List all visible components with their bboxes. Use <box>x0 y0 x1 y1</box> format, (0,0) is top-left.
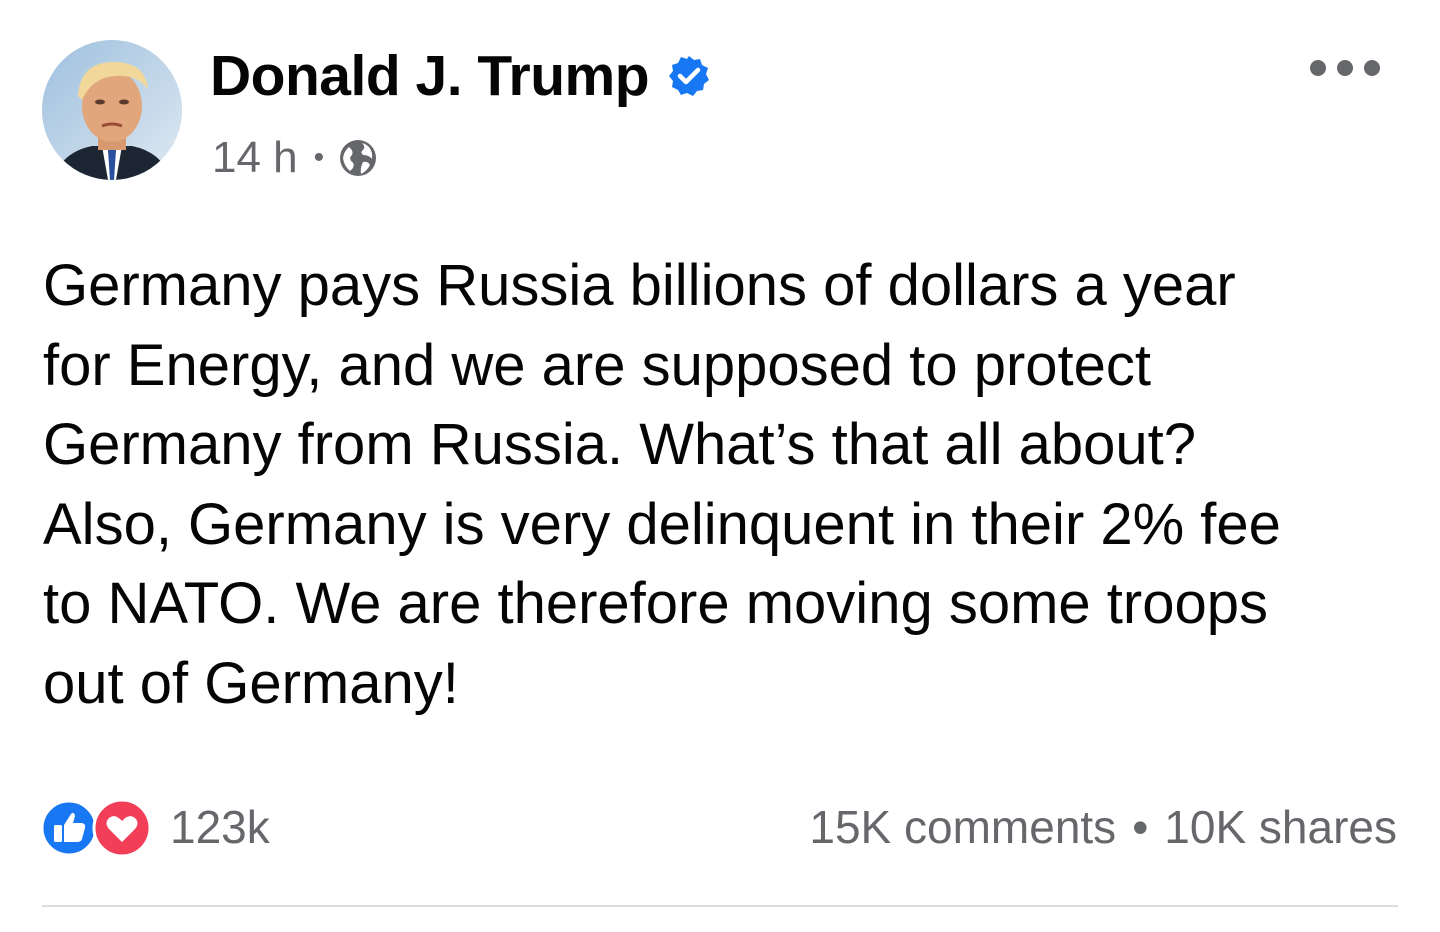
post-timestamp[interactable]: 14 h <box>212 133 298 183</box>
author-name[interactable]: Donald J. Trump <box>210 43 650 109</box>
engagement-summary: 15K comments • 10K shares <box>809 796 1397 858</box>
reaction-icons <box>40 796 156 858</box>
meta-separator: • <box>313 141 325 174</box>
like-icon <box>40 799 98 857</box>
verified-badge-icon <box>667 54 711 98</box>
post-meta: 14 h • <box>212 128 378 188</box>
author-avatar[interactable] <box>42 40 182 180</box>
divider <box>42 905 1398 907</box>
more-dot <box>1364 60 1380 76</box>
avatar-portrait-image <box>42 40 182 180</box>
comments-count-link[interactable]: 15K comments <box>809 800 1116 854</box>
post-body-text: Germany pays Russia billions of dollars … <box>43 253 1281 716</box>
more-dot <box>1337 60 1353 76</box>
globe-icon[interactable] <box>338 138 378 178</box>
reactions-summary[interactable]: 123k <box>40 796 270 858</box>
engagement-separator: • <box>1132 801 1149 853</box>
reaction-count: 123k <box>170 801 270 853</box>
more-dot <box>1310 60 1326 76</box>
love-icon <box>92 798 152 858</box>
author-header: Donald J. Trump <box>210 40 711 112</box>
facebook-post: Donald J. Trump 14 h • Germany pays Russ… <box>0 0 1440 932</box>
shares-count-link[interactable]: 10K shares <box>1164 800 1397 854</box>
more-options-icon[interactable] <box>1310 50 1380 86</box>
